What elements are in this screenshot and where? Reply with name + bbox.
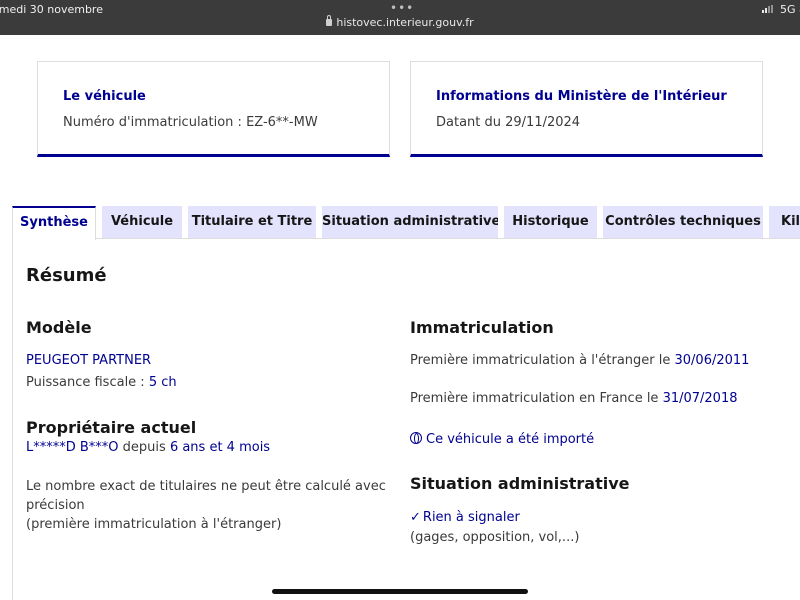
multitask-dots-icon[interactable]: •••	[390, 1, 414, 15]
owner-duration: 6 ans et 4 mois	[169, 440, 271, 455]
signal-icon	[762, 5, 776, 13]
owner-since-label: depuis	[118, 440, 170, 455]
admin-status-details: (gages, opposition, vol,...)	[410, 530, 580, 545]
globe-icon	[410, 432, 422, 444]
imported-link[interactable]: Ce véhicule a été importé	[410, 431, 594, 447]
tab-kilometrage[interactable]: Kilo	[769, 206, 800, 239]
tab-titulaire-titre[interactable]: Titulaire et Titre	[188, 206, 316, 239]
admin-status-label: Rien à signaler	[422, 510, 520, 525]
admin-status-link[interactable]: ✓ Rien à signaler	[410, 510, 520, 525]
fiscal-power-label: Puissance fiscale :	[26, 375, 149, 390]
france-registration-label: Première immatriculation en France le	[410, 391, 663, 406]
tab-synthese[interactable]: Synthèse	[12, 206, 96, 240]
tab-vehicule[interactable]: Véhicule	[102, 206, 182, 239]
owner-name: L*****D B***O	[26, 440, 119, 455]
france-registration-date: 31/07/2018	[662, 391, 738, 406]
owner-note-line3: (première immatriculation à l'étranger)	[26, 517, 282, 532]
imported-link-label: Ce véhicule a été importé	[426, 432, 595, 447]
status-date: amedi 30 novembre	[0, 3, 103, 16]
browser-status-bar: amedi 30 novembre ••• histovec.interieur…	[0, 0, 800, 35]
address-bar[interactable]: histovec.interieur.gouv.fr	[0, 15, 800, 29]
tab-historique[interactable]: Historique	[504, 206, 597, 239]
vehicle-card-title: Le véhicule	[63, 89, 146, 104]
registration-number: Numéro d'immatriculation : EZ-6**-MW	[63, 115, 318, 130]
fiscal-power-value: 5 ch	[148, 375, 177, 390]
lock-icon	[326, 15, 333, 26]
url-text: histovec.interieur.gouv.fr	[336, 16, 474, 29]
foreign-registration-label: Première immatriculation à l'étranger le	[410, 353, 675, 368]
owner-heading: Propriétaire actuel	[26, 418, 197, 437]
admin-situation-heading: Situation administrative	[410, 474, 630, 493]
france-registration: Première immatriculation en France le 31…	[410, 391, 738, 406]
summary-title: Résumé	[26, 265, 107, 286]
tab-controles-techniques[interactable]: Contrôles techniques	[603, 206, 763, 239]
foreign-registration: Première immatriculation à l'étranger le…	[410, 353, 749, 368]
registration-heading: Immatriculation	[410, 318, 554, 337]
data-date: Datant du 29/11/2024	[436, 115, 581, 130]
home-indicator[interactable]	[272, 589, 528, 594]
owner-note-line1: Le nombre exact de titulaires ne peut êt…	[26, 479, 386, 494]
panel-border	[12, 238, 13, 600]
ministry-card: Informations du Ministère de l'Intérieur…	[410, 61, 763, 157]
owner-note-line2: précision	[26, 498, 85, 513]
vehicle-card: Le véhicule Numéro d'immatriculation : E…	[37, 61, 390, 157]
foreign-registration-date: 30/06/2011	[674, 353, 750, 368]
fiscal-power: Puissance fiscale : 5 ch	[26, 375, 177, 390]
network-indicator: 5G 8	[780, 3, 800, 16]
ministry-card-title: Informations du Ministère de l'Intérieur	[436, 89, 727, 104]
model-name: PEUGEOT PARTNER	[26, 353, 152, 368]
checkmark-icon: ✓	[410, 510, 421, 525]
tab-situation-administrative[interactable]: Situation administrative	[322, 206, 498, 239]
tab-divider	[96, 238, 800, 239]
owner-line: L*****D B***O depuis 6 ans et 4 mois	[26, 440, 270, 455]
model-heading: Modèle	[26, 318, 92, 337]
